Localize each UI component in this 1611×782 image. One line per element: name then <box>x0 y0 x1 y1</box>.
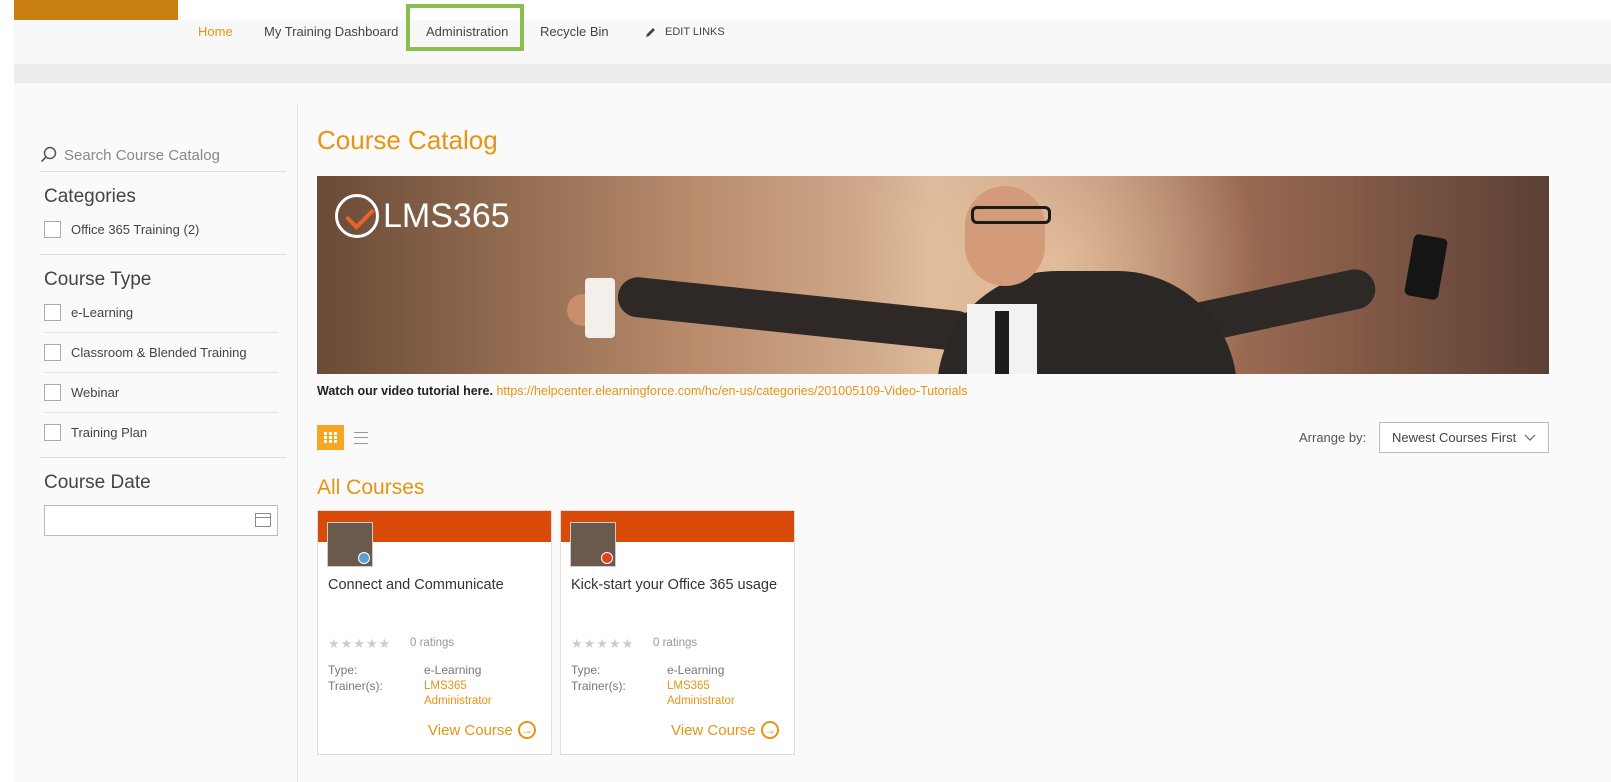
checkbox[interactable] <box>44 221 61 238</box>
grid-view-icon[interactable] <box>317 425 344 450</box>
calendar-icon[interactable] <box>255 513 271 527</box>
nav-recycle-bin[interactable]: Recycle Bin <box>540 24 609 39</box>
course-thumbnail <box>570 522 616 567</box>
course-type-label: Classroom & Blended Training <box>71 345 247 360</box>
course-date-heading: Course Date <box>44 472 151 493</box>
view-course-button[interactable]: View Course → <box>428 721 536 739</box>
arrow-right-circle-icon: → <box>517 721 536 739</box>
pencil-icon <box>646 28 655 37</box>
arrange-by-value: Newest Courses First <box>1392 430 1517 445</box>
course-type-item[interactable]: Training Plan <box>44 413 278 452</box>
categories-heading: Categories <box>44 186 136 207</box>
tutorial-lead: Watch our video tutorial here. <box>317 384 493 398</box>
checkbox[interactable] <box>44 344 61 361</box>
view-course-button[interactable]: View Course → <box>671 721 779 739</box>
course-title[interactable]: Kick-start your Office 365 usage <box>571 577 777 593</box>
trainer-link[interactable]: LMS365 Administrator <box>667 679 777 709</box>
chevron-down-icon <box>1524 434 1536 441</box>
banner-image: LMS365 <box>317 176 1549 374</box>
course-type-item[interactable]: e-Learning <box>44 293 278 333</box>
sub-nav-bar <box>14 64 1611 83</box>
type-value: e-Learning <box>667 663 725 677</box>
view-course-label: View Course <box>428 721 513 739</box>
divider <box>40 457 286 458</box>
nav-my-training-dashboard[interactable]: My Training Dashboard <box>264 24 398 39</box>
course-date-input[interactable] <box>44 505 278 536</box>
course-type-item[interactable]: Webinar <box>44 373 278 413</box>
course-card[interactable]: Connect and Communicate ★★★★★ 0 ratings … <box>317 510 552 755</box>
divider <box>40 254 286 255</box>
top-nav-bar <box>14 20 1611 64</box>
category-item[interactable]: Office 365 Training (2) <box>44 210 278 249</box>
course-title[interactable]: Connect and Communicate <box>328 577 504 593</box>
edit-links-label: EDIT LINKS <box>665 26 725 38</box>
category-label: Office 365 Training (2) <box>71 222 200 237</box>
ratings-count: 0 ratings <box>410 637 455 649</box>
banner-phone <box>1403 233 1449 301</box>
type-value: e-Learning <box>424 663 482 677</box>
nav-administration[interactable]: Administration <box>426 24 508 39</box>
arrow-right-circle-icon: → <box>760 721 779 739</box>
search-placeholder: Search Course Catalog <box>64 146 220 164</box>
course-type-label: Webinar <box>71 385 120 400</box>
course-thumbnail <box>327 522 373 567</box>
course-type-label: e-Learning <box>71 305 134 320</box>
search-icon <box>40 146 57 163</box>
banner-person-glasses <box>971 206 1051 224</box>
course-type-label: Training Plan <box>71 425 148 440</box>
checkbox[interactable] <box>44 304 61 321</box>
banner-coffee-cup <box>585 278 615 338</box>
type-label: Type: <box>328 663 358 677</box>
rating-stars[interactable]: ★★★★★ <box>328 636 391 652</box>
course-type-heading: Course Type <box>44 269 152 290</box>
tutorial-link[interactable]: https://helpcenter.elearningforce.com/hc… <box>496 384 967 398</box>
checkbox[interactable] <box>44 424 61 441</box>
nav-home[interactable]: Home <box>198 24 233 39</box>
course-card[interactable]: Kick-start your Office 365 usage ★★★★★ 0… <box>560 510 795 755</box>
rating-stars[interactable]: ★★★★★ <box>571 636 634 652</box>
arrange-by-select[interactable]: Newest Courses First <box>1379 422 1549 453</box>
banner-person-head <box>965 186 1045 286</box>
type-label: Type: <box>571 663 601 677</box>
lms365-logo: LMS365 <box>335 194 510 238</box>
trainer-link[interactable]: LMS365 Administrator <box>424 679 534 709</box>
lms365-check-icon <box>335 194 379 238</box>
all-courses-heading: All Courses <box>317 476 425 499</box>
ratings-count: 0 ratings <box>653 637 698 649</box>
arrange-by-label: Arrange by: <box>1299 430 1367 445</box>
tutorial-line: Watch our video tutorial here. https://h… <box>317 384 968 398</box>
banner-person-tie <box>995 311 1009 374</box>
checkbox[interactable] <box>44 384 61 401</box>
course-type-item[interactable]: Classroom & Blended Training <box>44 333 278 373</box>
view-course-label: View Course <box>671 721 756 739</box>
search-input[interactable]: Search Course Catalog <box>40 139 286 172</box>
list-view-icon[interactable] <box>354 432 368 444</box>
lms365-logo-text: LMS365 <box>383 196 510 235</box>
page-title: Course Catalog <box>317 125 498 155</box>
edit-links-button[interactable]: EDIT LINKS <box>645 26 725 38</box>
trainer-label: Trainer(s): <box>571 679 626 693</box>
trainer-label: Trainer(s): <box>328 679 383 693</box>
